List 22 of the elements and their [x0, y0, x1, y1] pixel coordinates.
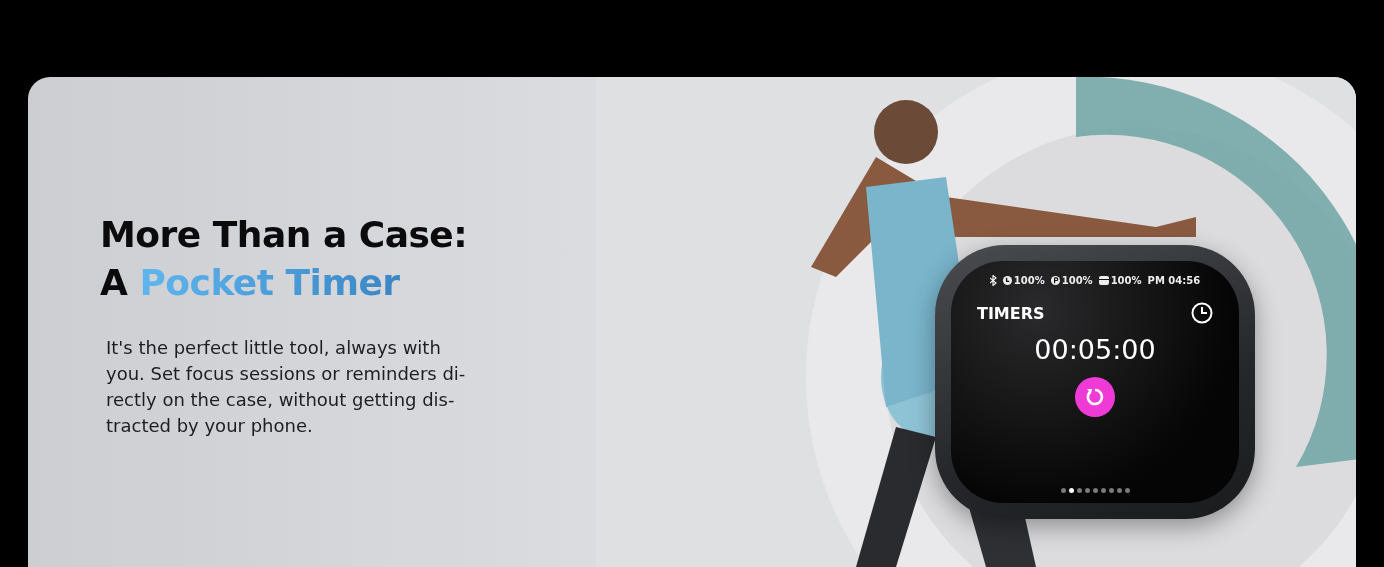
page-dot[interactable]	[1100, 488, 1106, 493]
page-dot[interactable]	[1060, 488, 1066, 493]
heading: More Than a Case: A Pocket Timer	[100, 213, 469, 305]
case-icon	[1098, 276, 1109, 285]
page-dot[interactable]	[1108, 488, 1114, 493]
page-dot[interactable]	[1068, 488, 1074, 493]
timer-display: 00:05:00	[1034, 334, 1156, 365]
bluetooth-icon	[989, 275, 997, 286]
screen-title: TIMERS	[977, 303, 1045, 323]
battery-level: 100%	[1013, 275, 1045, 286]
page-dot[interactable]	[1116, 488, 1122, 493]
clock-time: PM 04:56	[1147, 275, 1201, 286]
battery-level: 100%	[1061, 275, 1093, 286]
reset-icon	[1084, 386, 1106, 408]
description: It's the perfect little tool, always with you. Set focus sessions or reminders di- rectly on the case, without getting dis- tracted by your phone.	[106, 336, 467, 438]
battery-level: 100%	[1110, 275, 1142, 286]
reset-button[interactable]	[1075, 377, 1115, 417]
page-dot[interactable]	[1092, 488, 1098, 493]
page-dot[interactable]	[1124, 488, 1130, 493]
page-dot[interactable]	[1076, 488, 1082, 493]
page-dot[interactable]	[1084, 488, 1090, 493]
clock-icon[interactable]	[1191, 302, 1213, 324]
